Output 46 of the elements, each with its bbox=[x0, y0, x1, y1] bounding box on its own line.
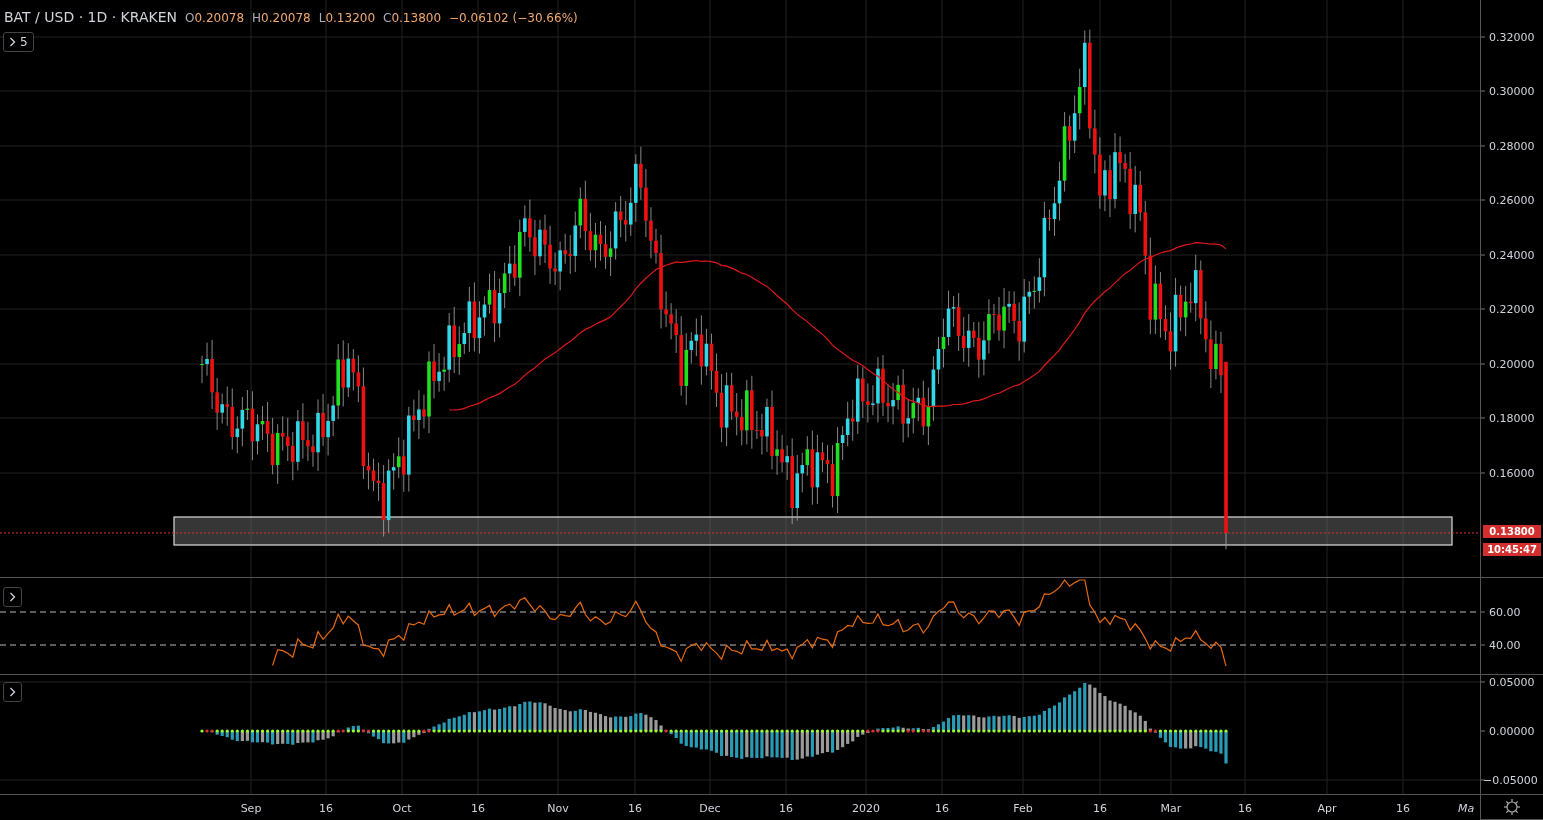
chevron-right-icon bbox=[9, 37, 16, 47]
chevron-right-icon bbox=[9, 592, 16, 602]
price-axis-label: 0.18000 bbox=[1489, 412, 1535, 425]
time-axis-label: 16 bbox=[628, 802, 642, 815]
time-axis-label: Sep bbox=[240, 802, 262, 815]
time-axis-label: 16 bbox=[1396, 802, 1410, 815]
oscillator-axis-label: 0.00000 bbox=[1489, 725, 1535, 738]
ohlc-value: H0.20078 bbox=[252, 11, 311, 25]
time-axis-label: Dec bbox=[699, 802, 721, 815]
rsi-axis-label: 60.00 bbox=[1489, 606, 1521, 619]
ohlc-value: C0.13800 bbox=[383, 11, 442, 25]
time-axis-label: 16 bbox=[779, 802, 793, 815]
price-axis-label: 0.32000 bbox=[1489, 31, 1535, 44]
price-change: −0.06102 (−30.66%) bbox=[449, 11, 578, 25]
time-axis-label: Apr bbox=[1317, 802, 1337, 815]
price-axis-label: 0.16000 bbox=[1489, 467, 1535, 480]
rsi-axis-label: 40.00 bbox=[1489, 639, 1521, 652]
time-axis-label: 16 bbox=[319, 802, 333, 815]
price-axis-label: 0.20000 bbox=[1489, 358, 1535, 371]
indicators-toggle[interactable]: 5 bbox=[3, 32, 34, 52]
pane-toggle[interactable] bbox=[3, 587, 22, 607]
price-axis-label: 0.28000 bbox=[1489, 140, 1535, 153]
time-axis-label: Feb bbox=[1013, 802, 1033, 815]
price-axis-label: 0.30000 bbox=[1489, 85, 1535, 98]
pane-toggle[interactable] bbox=[3, 682, 22, 702]
chevron-right-icon bbox=[9, 687, 16, 697]
time-axis-label: 16 bbox=[1093, 802, 1107, 815]
time-axis-label: Oct bbox=[392, 802, 412, 815]
time-axis-label: 16 bbox=[471, 802, 485, 815]
symbol-title: BAT / USD · 1D · KRAKEN bbox=[4, 9, 177, 25]
time-axis-label: 16 bbox=[935, 802, 949, 815]
ohlc-value: O0.20078 bbox=[185, 11, 245, 25]
price-axis-label: 0.26000 bbox=[1489, 194, 1535, 207]
settings-icon[interactable] bbox=[1503, 798, 1521, 816]
time-axis-label: 16 bbox=[1238, 802, 1252, 815]
price-axis-label: 0.24000 bbox=[1489, 249, 1535, 262]
ohlc-value: L0.13200 bbox=[318, 11, 376, 25]
price-axis-label: 0.22000 bbox=[1489, 303, 1535, 316]
oscillator-axis-label: −0.05000 bbox=[1483, 774, 1538, 787]
time-axis-label: Nov bbox=[547, 802, 569, 815]
time-axis-label: 2020 bbox=[852, 802, 880, 815]
oscillator-axis-label: 0.05000 bbox=[1489, 676, 1535, 689]
time-axis-label: Mar bbox=[1160, 802, 1182, 815]
last-price-tag: 0.13800 bbox=[1483, 524, 1541, 538]
time-axis-label: Ma bbox=[1458, 802, 1475, 815]
countdown-tag: 10:45:47 bbox=[1483, 542, 1541, 556]
